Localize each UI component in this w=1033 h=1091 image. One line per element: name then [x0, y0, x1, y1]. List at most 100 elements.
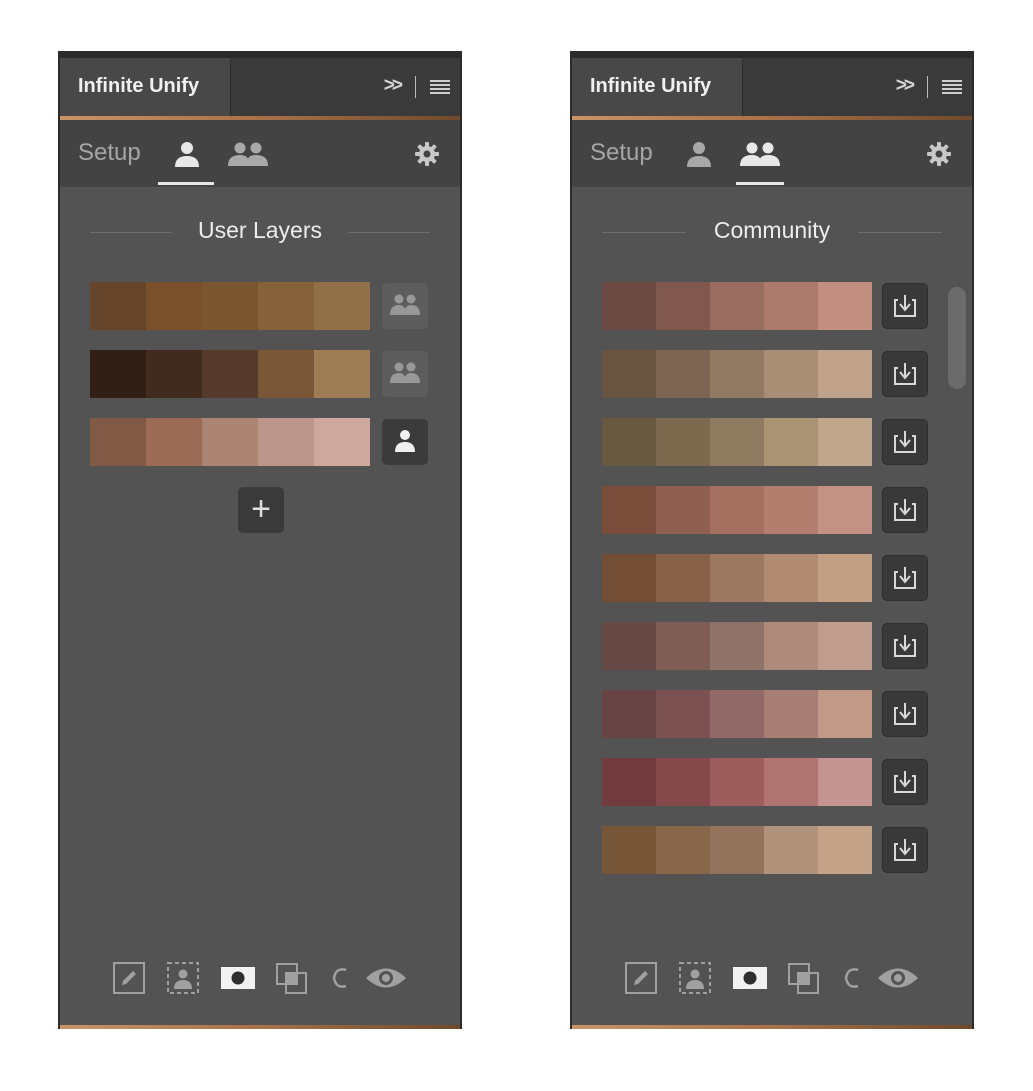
pencil-icon[interactable]	[112, 961, 146, 995]
swatch[interactable]	[764, 826, 818, 874]
swatch[interactable]	[314, 350, 370, 398]
swatch[interactable]	[656, 282, 710, 330]
swatch[interactable]	[818, 418, 872, 466]
swatch[interactable]	[602, 418, 656, 466]
share-group-button[interactable]	[382, 351, 428, 397]
swatch[interactable]	[602, 282, 656, 330]
user-tab-icon[interactable]	[172, 139, 202, 169]
settings-gear-icon[interactable]	[414, 141, 440, 167]
download-palette-button[interactable]	[882, 283, 928, 329]
download-palette-button[interactable]	[882, 419, 928, 465]
tab-setup[interactable]: Setup	[590, 139, 653, 167]
scrollbar-thumb[interactable]	[948, 287, 966, 389]
panel-title-tab[interactable]: Infinite Unify	[572, 58, 743, 116]
swatch[interactable]	[818, 690, 872, 738]
swatch[interactable]	[656, 486, 710, 534]
user-tab-icon[interactable]	[684, 139, 714, 169]
add-layer-button[interactable]: +	[238, 487, 284, 533]
swatch[interactable]	[818, 350, 872, 398]
swatch[interactable]	[710, 758, 764, 806]
swatch[interactable]	[710, 350, 764, 398]
swatch[interactable]	[710, 826, 764, 874]
panel-menu-icon[interactable]	[430, 80, 450, 94]
swatch[interactable]	[314, 418, 370, 466]
swatch[interactable]	[764, 350, 818, 398]
overlap-icon[interactable]	[274, 961, 310, 997]
download-palette-button[interactable]	[882, 691, 928, 737]
community-tab-icon[interactable]	[738, 139, 782, 169]
swatch[interactable]	[146, 418, 202, 466]
swatch[interactable]	[146, 350, 202, 398]
swatch[interactable]	[656, 418, 710, 466]
pencil-icon[interactable]	[624, 961, 658, 995]
swatch[interactable]	[818, 826, 872, 874]
community-tab-icon[interactable]	[226, 139, 270, 169]
download-palette-button[interactable]	[882, 759, 928, 805]
download-palette-button[interactable]	[882, 487, 928, 533]
settings-gear-icon[interactable]	[926, 141, 952, 167]
mask-icon[interactable]	[732, 961, 768, 995]
swatch[interactable]	[602, 486, 656, 534]
swatch[interactable]	[710, 690, 764, 738]
swatch[interactable]	[764, 622, 818, 670]
personal-layer-button[interactable]	[382, 419, 428, 465]
swatch[interactable]	[764, 486, 818, 534]
swatch[interactable]	[656, 622, 710, 670]
share-group-button[interactable]	[382, 283, 428, 329]
swatch[interactable]	[710, 554, 764, 602]
collapse-panel-button[interactable]: >>	[384, 75, 403, 97]
swatch[interactable]	[764, 554, 818, 602]
swatch[interactable]	[764, 690, 818, 738]
swatch[interactable]	[602, 350, 656, 398]
swatch[interactable]	[202, 282, 258, 330]
swatch[interactable]	[258, 350, 314, 398]
panel-title-tab[interactable]: Infinite Unify	[60, 58, 231, 116]
eye-icon[interactable]	[876, 961, 920, 995]
download-palette-button[interactable]	[882, 555, 928, 601]
swatch[interactable]	[818, 486, 872, 534]
swatch[interactable]	[90, 350, 146, 398]
download-palette-button[interactable]	[882, 351, 928, 397]
download-palette-button[interactable]	[882, 827, 928, 873]
panel-menu-icon[interactable]	[942, 80, 962, 94]
portrait-select-icon[interactable]	[166, 961, 200, 995]
swatch[interactable]	[656, 758, 710, 806]
mask-icon[interactable]	[220, 961, 256, 995]
swatch[interactable]	[602, 690, 656, 738]
swatch[interactable]	[710, 622, 764, 670]
swatch[interactable]	[818, 554, 872, 602]
swatch[interactable]	[764, 758, 818, 806]
tab-setup[interactable]: Setup	[78, 139, 141, 167]
swatch[interactable]	[258, 282, 314, 330]
collapse-panel-button[interactable]: >>	[896, 75, 915, 97]
swatch[interactable]	[818, 622, 872, 670]
swatch[interactable]	[202, 418, 258, 466]
swatch[interactable]	[818, 758, 872, 806]
swatch[interactable]	[90, 418, 146, 466]
c-icon[interactable]	[840, 961, 864, 995]
c-icon[interactable]	[328, 961, 352, 995]
swatch[interactable]	[314, 282, 370, 330]
eye-icon[interactable]	[364, 961, 408, 995]
swatch[interactable]	[202, 350, 258, 398]
overlap-icon[interactable]	[786, 961, 822, 997]
swatch[interactable]	[602, 826, 656, 874]
swatch[interactable]	[764, 282, 818, 330]
swatch[interactable]	[90, 282, 146, 330]
swatch[interactable]	[602, 622, 656, 670]
swatch[interactable]	[258, 418, 314, 466]
portrait-select-icon[interactable]	[678, 961, 712, 995]
swatch[interactable]	[710, 418, 764, 466]
download-palette-button[interactable]	[882, 623, 928, 669]
swatch[interactable]	[656, 690, 710, 738]
swatch[interactable]	[818, 282, 872, 330]
swatch[interactable]	[602, 758, 656, 806]
swatch[interactable]	[656, 554, 710, 602]
swatch[interactable]	[764, 418, 818, 466]
swatch[interactable]	[602, 554, 656, 602]
swatch[interactable]	[656, 826, 710, 874]
swatch[interactable]	[146, 282, 202, 330]
swatch[interactable]	[710, 282, 764, 330]
swatch[interactable]	[656, 350, 710, 398]
swatch[interactable]	[710, 486, 764, 534]
